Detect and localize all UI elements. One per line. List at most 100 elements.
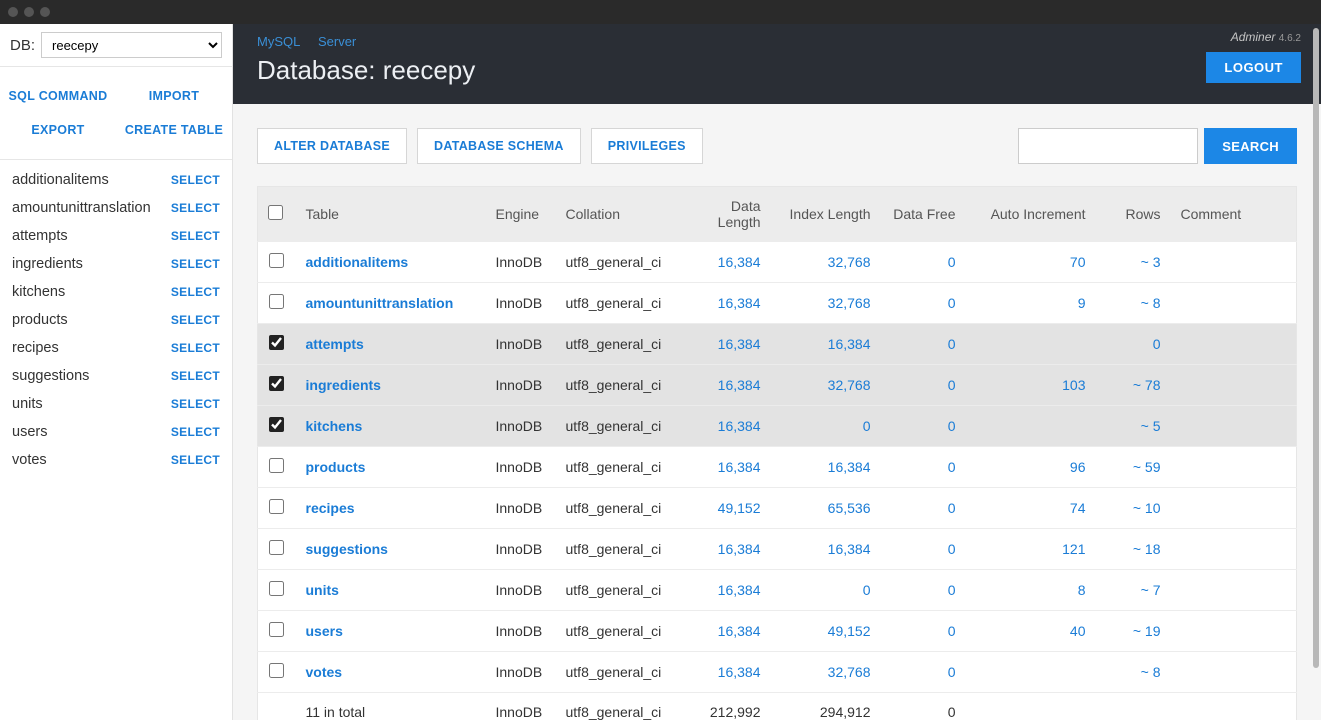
search-button[interactable]: SEARCH [1204, 128, 1297, 164]
scrollbar-thumb[interactable] [1313, 28, 1319, 668]
col-data-length[interactable]: Data Length [676, 187, 771, 242]
cell-index-length[interactable]: 16,384 [771, 324, 881, 365]
sidebar-table-name[interactable]: suggestions [12, 368, 89, 384]
row-checkbox[interactable] [269, 499, 284, 514]
cell-data-length[interactable]: 16,384 [676, 611, 771, 652]
table-name-link[interactable]: additionalitems [306, 254, 409, 270]
cell-data-free[interactable]: 0 [881, 324, 966, 365]
cell-data-free[interactable]: 0 [881, 488, 966, 529]
cell-rows[interactable]: ~ 19 [1096, 611, 1171, 652]
sidebar-table-name[interactable]: units [12, 396, 43, 412]
cell-data-free[interactable]: 0 [881, 652, 966, 693]
cell-rows[interactable]: ~ 3 [1096, 242, 1171, 283]
table-name-link[interactable]: kitchens [306, 418, 363, 434]
row-checkbox[interactable] [269, 458, 284, 473]
cell-rows[interactable]: ~ 78 [1096, 365, 1171, 406]
col-comment[interactable]: Comment [1171, 187, 1297, 242]
cell-data-length[interactable]: 16,384 [676, 242, 771, 283]
table-name-link[interactable]: votes [306, 664, 343, 680]
cell-auto-increment[interactable] [966, 324, 1096, 365]
breadcrumb-mysql[interactable]: MySQL [257, 34, 300, 49]
table-name-link[interactable]: attempts [306, 336, 364, 352]
sidebar-table-name[interactable]: votes [12, 452, 47, 468]
cell-index-length[interactable]: 49,152 [771, 611, 881, 652]
cell-index-length[interactable]: 32,768 [771, 283, 881, 324]
sidebar-table-name[interactable]: products [12, 312, 68, 328]
scrollbar-track[interactable] [1311, 28, 1321, 712]
cell-index-length[interactable]: 32,768 [771, 242, 881, 283]
sidebar-select-link[interactable]: SELECT [171, 173, 220, 187]
logout-button[interactable]: LOGOUT [1206, 52, 1301, 83]
cell-rows[interactable]: ~ 5 [1096, 406, 1171, 447]
cell-data-length[interactable]: 16,384 [676, 365, 771, 406]
cell-auto-increment[interactable]: 96 [966, 447, 1096, 488]
cell-data-free[interactable]: 0 [881, 611, 966, 652]
cell-data-length[interactable]: 49,152 [676, 488, 771, 529]
cell-index-length[interactable]: 16,384 [771, 447, 881, 488]
cell-auto-increment[interactable]: 40 [966, 611, 1096, 652]
table-name-link[interactable]: suggestions [306, 541, 388, 557]
cell-index-length[interactable]: 32,768 [771, 652, 881, 693]
cell-data-length[interactable]: 16,384 [676, 406, 771, 447]
table-name-link[interactable]: recipes [306, 500, 355, 516]
col-auto-increment[interactable]: Auto Increment [966, 187, 1096, 242]
cell-data-free[interactable]: 0 [881, 529, 966, 570]
sidebar-select-link[interactable]: SELECT [171, 341, 220, 355]
breadcrumb-server[interactable]: Server [318, 34, 356, 49]
row-checkbox[interactable] [269, 663, 284, 678]
sidebar-table-name[interactable]: kitchens [12, 284, 65, 300]
cell-rows[interactable]: 0 [1096, 324, 1171, 365]
table-name-link[interactable]: users [306, 623, 343, 639]
window-dot[interactable] [24, 7, 34, 17]
sidebar-table-name[interactable]: amountunittranslation [12, 200, 151, 216]
row-checkbox[interactable] [269, 253, 284, 268]
row-checkbox[interactable] [269, 417, 284, 432]
cell-data-length[interactable]: 16,384 [676, 324, 771, 365]
cell-data-free[interactable]: 0 [881, 242, 966, 283]
cell-auto-increment[interactable]: 9 [966, 283, 1096, 324]
row-checkbox[interactable] [269, 540, 284, 555]
alter-database-button[interactable]: ALTER DATABASE [257, 128, 407, 164]
table-name-link[interactable]: amountunittranslation [306, 295, 454, 311]
col-engine[interactable]: Engine [486, 187, 556, 242]
cell-data-length[interactable]: 16,384 [676, 283, 771, 324]
cell-index-length[interactable]: 0 [771, 406, 881, 447]
cell-data-free[interactable]: 0 [881, 283, 966, 324]
sidebar-table-name[interactable]: additionalitems [12, 172, 109, 188]
table-name-link[interactable]: products [306, 459, 366, 475]
table-name-link[interactable]: units [306, 582, 339, 598]
cell-auto-increment[interactable]: 121 [966, 529, 1096, 570]
row-checkbox[interactable] [269, 622, 284, 637]
cell-data-free[interactable]: 0 [881, 570, 966, 611]
sidebar-select-link[interactable]: SELECT [171, 397, 220, 411]
table-name-link[interactable]: ingredients [306, 377, 381, 393]
sidebar-select-link[interactable]: SELECT [171, 313, 220, 327]
cell-rows[interactable]: ~ 8 [1096, 283, 1171, 324]
select-all-checkbox[interactable] [268, 205, 283, 220]
cell-data-free[interactable]: 0 [881, 365, 966, 406]
cell-rows[interactable]: ~ 7 [1096, 570, 1171, 611]
cell-data-length[interactable]: 16,384 [676, 529, 771, 570]
row-checkbox[interactable] [269, 335, 284, 350]
cell-data-free[interactable]: 0 [881, 406, 966, 447]
cell-rows[interactable]: ~ 18 [1096, 529, 1171, 570]
cell-auto-increment[interactable] [966, 406, 1096, 447]
cell-rows[interactable]: ~ 10 [1096, 488, 1171, 529]
cell-auto-increment[interactable]: 103 [966, 365, 1096, 406]
window-dot[interactable] [8, 7, 18, 17]
privileges-button[interactable]: PRIVILEGES [591, 128, 703, 164]
sidebar-table-name[interactable]: users [12, 424, 47, 440]
sidebar-select-link[interactable]: SELECT [171, 229, 220, 243]
window-dot[interactable] [40, 7, 50, 17]
sidebar-table-name[interactable]: recipes [12, 340, 59, 356]
sidebar-select-link[interactable]: SELECT [171, 425, 220, 439]
sidebar-select-link[interactable]: SELECT [171, 257, 220, 271]
import-link[interactable]: IMPORT [116, 79, 232, 113]
search-input[interactable] [1018, 128, 1198, 164]
sidebar-select-link[interactable]: SELECT [171, 201, 220, 215]
export-link[interactable]: EXPORT [0, 113, 116, 147]
cell-rows[interactable]: ~ 8 [1096, 652, 1171, 693]
cell-index-length[interactable]: 0 [771, 570, 881, 611]
sql-command-link[interactable]: SQL COMMAND [0, 79, 116, 113]
col-table[interactable]: Table [296, 187, 486, 242]
